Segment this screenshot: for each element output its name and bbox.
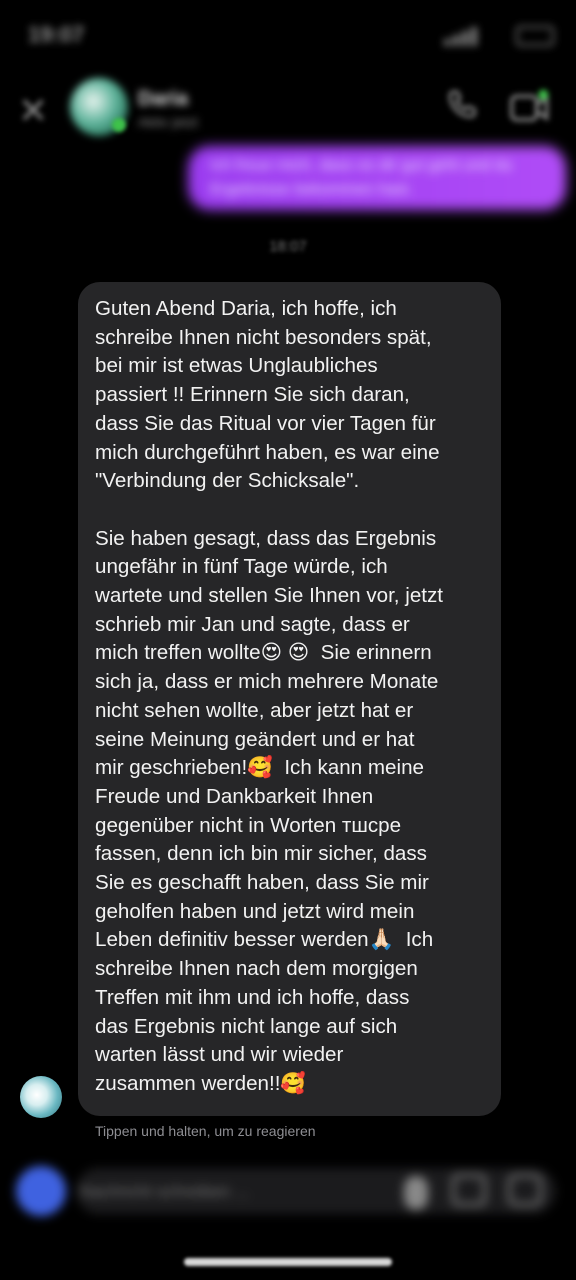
contact-name[interactable]: Daria: [138, 88, 188, 111]
received-message-text: Guten Abend Daria, ich hoffe, ich schrei…: [95, 297, 444, 1095]
online-status-dot: [112, 118, 126, 132]
call-icon[interactable]: [444, 88, 480, 124]
gallery-icon[interactable]: [452, 1174, 486, 1206]
message-composer: Nachricht schreiben ...: [0, 1150, 576, 1240]
status-time: 19:07: [28, 22, 85, 47]
signal-bar-icon: [453, 35, 459, 46]
mic-icon[interactable]: [404, 1176, 428, 1210]
camera-button[interactable]: [16, 1166, 66, 1216]
signal-bar-icon: [462, 31, 468, 46]
battery-icon: [516, 26, 554, 46]
message-timestamp: 18:07: [269, 238, 307, 255]
contact-status: Aktiv jetzt: [138, 114, 198, 130]
sent-message-text: Ich freue mich, dass es dir gut geht und…: [210, 157, 513, 198]
video-icon[interactable]: [508, 88, 552, 128]
sender-avatar[interactable]: [20, 1076, 62, 1118]
message-input-placeholder: Nachricht schreiben ...: [80, 1182, 250, 1201]
signal-bar-icon: [444, 39, 450, 46]
status-bar: 19:07: [0, 0, 576, 70]
chat-header: ✕ Daria Aktiv jetzt: [0, 70, 576, 150]
home-indicator[interactable]: [184, 1258, 392, 1266]
signal-bar-icon: [471, 27, 477, 46]
sticker-icon[interactable]: [508, 1174, 542, 1206]
status-icons: [444, 24, 554, 46]
close-icon[interactable]: ✕: [18, 90, 48, 132]
react-hint: Tippen und halten, um zu reagieren: [95, 1123, 316, 1139]
